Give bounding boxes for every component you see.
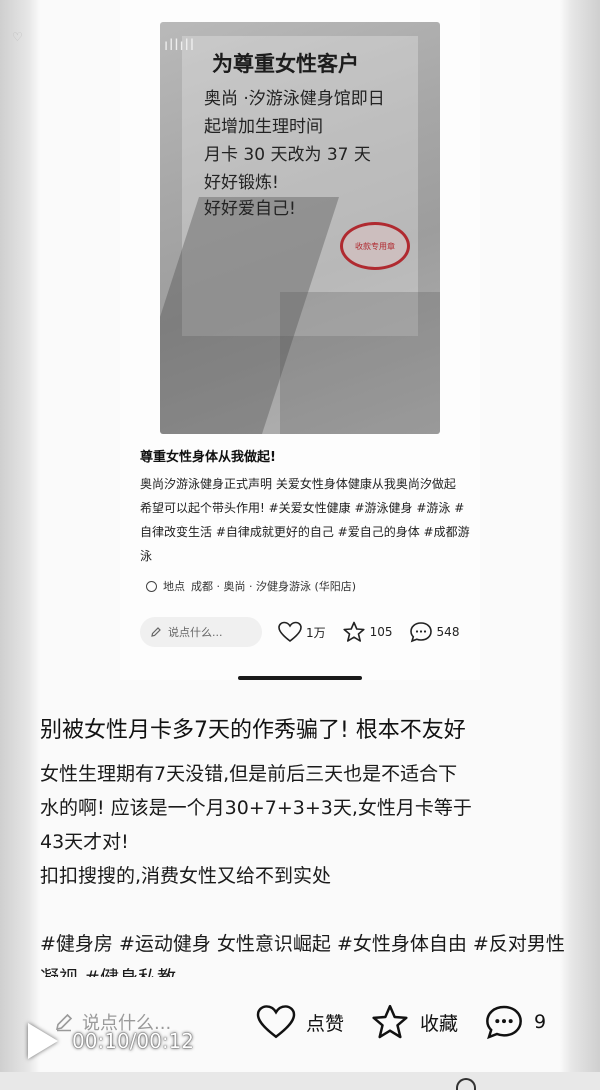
embedded-like-count: 1万 [306, 625, 326, 640]
photo-shadow [280, 292, 440, 434]
comment-count: 9 [534, 1011, 547, 1033]
star-icon [372, 1004, 408, 1039]
location-pin-icon [146, 580, 157, 592]
favorite-button[interactable]: 收藏 [370, 1003, 458, 1041]
comment-bubble-icon [486, 1005, 522, 1040]
post-title: 别被女性月卡多7天的作秀骗了! 根本不友好 [40, 718, 466, 743]
video-player-controls: 00:10/00:12 [28, 1020, 194, 1062]
post-body: 女性生理期有7天没错,但是前后三天也是不适合下 水的啊! 应该是一个月30+7+… [40, 757, 560, 893]
location-prefix: 地点 [163, 580, 185, 593]
comment-bubble-icon [409, 622, 432, 643]
signal-icon: ıllıll [164, 36, 196, 54]
location-row[interactable]: 地点 成都 · 奥尚 · 汐健身游泳 (华阳店) [146, 578, 356, 594]
embedded-favorite-count: 105 [369, 625, 393, 639]
drag-handle[interactable] [238, 676, 362, 680]
watermark-icon: ♡ [12, 30, 23, 44]
post-body-line: 女性生理期有7天没错,但是前后三天也是不适合下 [40, 763, 458, 785]
post-tags[interactable]: #健身房 #运动健身 女性意识崛起 #女性身体自由 #反对男性凝视 #健身私教 [40, 927, 565, 977]
notice-title: 为尊重女性客户 [212, 52, 359, 76]
embedded-comment-button[interactable]: 548 [409, 621, 460, 643]
notice-line: 起增加生理时间 [204, 117, 323, 137]
play-icon[interactable] [28, 1023, 58, 1059]
notice-line: 好好爱自己! [204, 199, 296, 219]
comment-button[interactable]: 9 [484, 1003, 546, 1041]
location-name: 成都 · 奥尚 · 汐健身游泳 (华阳店) [191, 580, 357, 593]
notice-line: 好好锻炼! [204, 173, 279, 193]
notice-line: 月卡 30 天改为 37 天 [204, 145, 371, 165]
embedded-post-body: 奥尚汐游泳健身正式声明 关爱女性身体健康从我奥尚汐做起 希望可以起个带头作用! … [140, 477, 470, 563]
embedded-comment-count: 548 [436, 625, 460, 639]
like-button[interactable]: 点赞 [256, 1004, 344, 1040]
embedded-comment-placeholder: 说点什么... [168, 626, 223, 639]
heart-icon [256, 1005, 296, 1039]
notice-line: 奥尚 ·汐游泳健身馆即日 [204, 89, 385, 109]
embedded-post-title: 尊重女性身体从我做起! [140, 450, 276, 465]
bottom-strip [0, 1072, 600, 1090]
seal-text: 收款专用章 [355, 241, 395, 251]
embedded-action-bar: 说点什么... 1万 105 548 [140, 616, 470, 648]
video-timecode: 00:10/00:12 [72, 1029, 195, 1053]
post-body-line: 扣扣搜搜的,消费女性又给不到实处 [40, 865, 332, 887]
like-label: 点赞 [306, 1012, 345, 1035]
embedded-favorite-button[interactable]: 105 [342, 621, 393, 643]
post-photo[interactable]: ıllıll 为尊重女性客户 奥尚 ·汐游泳健身馆即日 起增加生理时间 月卡 3… [160, 22, 440, 434]
embedded-like-button[interactable]: 1万 [278, 621, 326, 643]
red-seal-stamp: 收款专用章 [340, 222, 410, 270]
pencil-icon [151, 627, 161, 637]
post-body-line: 水的啊! 应该是一个月30+7+3+3天,女性月卡等于 [40, 797, 472, 819]
post-body-line: 43天才对! [40, 831, 129, 853]
heart-icon [278, 621, 302, 643]
embedded-comment-input[interactable]: 说点什么... [140, 617, 262, 647]
star-icon [343, 621, 365, 642]
favorite-label: 收藏 [420, 1012, 459, 1035]
